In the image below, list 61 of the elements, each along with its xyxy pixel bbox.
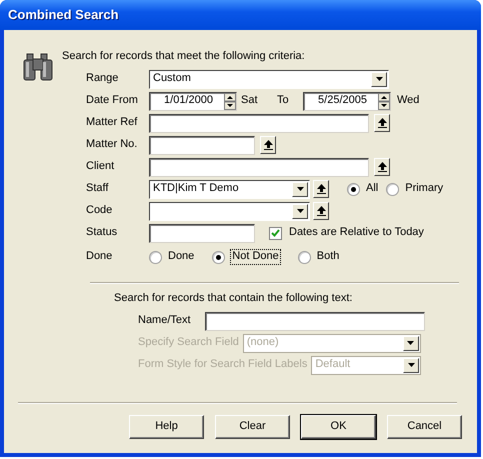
input-field[interactable]: [149, 114, 369, 132]
field-label: Specify Search Field: [138, 336, 239, 350]
radio-button[interactable]: [386, 182, 400, 196]
radio-label[interactable]: All: [366, 182, 378, 196]
field-label: To: [277, 94, 290, 108]
up-arrow-icon: [316, 184, 326, 194]
checkbox[interactable]: [269, 226, 282, 240]
spinner-icon[interactable]: [378, 92, 390, 110]
field-label: Client: [86, 160, 116, 174]
radio-label[interactable]: Done: [168, 250, 194, 264]
dropdown-field[interactable]: [149, 202, 310, 220]
dialog-button[interactable]: Cancel: [387, 415, 462, 439]
up-arrow-icon: [264, 140, 272, 150]
input-field[interactable]: [149, 136, 255, 154]
lookup-button[interactable]: [313, 180, 329, 198]
up-arrow-icon: [316, 206, 326, 216]
section-heading: Search for records that meet the following criteria:: [62, 50, 306, 64]
radio-button[interactable]: [298, 250, 311, 264]
date-field[interactable]: 5/25/2005: [303, 92, 391, 110]
caret-icon[interactable]: [292, 204, 308, 218]
dropdown-field[interactable]: Custom: [149, 70, 389, 88]
field-label: Form Style for Search Field Labels: [138, 358, 308, 372]
field-label: Range: [86, 72, 120, 86]
dialog-button[interactable]: Clear: [215, 415, 290, 439]
input-field[interactable]: [205, 312, 425, 330]
weekday-label: Sat: [241, 94, 259, 108]
field-label: Matter No.: [86, 138, 138, 152]
field-label: Staff: [86, 182, 110, 196]
up-arrow-icon: [378, 162, 386, 172]
weekday-label: Wed: [397, 94, 420, 108]
lookup-button[interactable]: [313, 202, 329, 220]
radio-button[interactable]: [149, 250, 162, 264]
caret-icon[interactable]: [292, 182, 308, 196]
radio-label[interactable]: Both: [316, 250, 340, 264]
caret-icon[interactable]: [403, 358, 420, 372]
lookup-button[interactable]: [374, 158, 390, 176]
radio-button[interactable]: [212, 250, 226, 264]
checkbox-label[interactable]: Dates are Relative to Today: [289, 226, 424, 240]
dropdown-field[interactable]: KTD|Kim T Demo: [149, 180, 310, 198]
input-field[interactable]: [149, 158, 369, 176]
field-label: Done: [86, 250, 114, 264]
up-arrow-icon: [378, 118, 386, 128]
lookup-button[interactable]: [260, 136, 276, 154]
field-label: Matter Ref: [86, 116, 138, 130]
field-label: Status: [86, 226, 118, 240]
dialog-button[interactable]: Help: [129, 415, 204, 439]
radio-button[interactable]: [347, 182, 360, 196]
radio-label[interactable]: Not Done: [231, 250, 280, 264]
radio-label[interactable]: Primary: [405, 182, 444, 196]
window-title: Combined Search: [0, 0, 481, 30]
lookup-button[interactable]: [374, 114, 390, 132]
caret-icon[interactable]: [371, 72, 387, 86]
input-field[interactable]: [149, 224, 255, 242]
field-label: Name/Text: [138, 314, 192, 328]
caret-icon[interactable]: [402, 336, 419, 350]
date-field[interactable]: 1/01/2000: [149, 92, 237, 110]
field-label: Code: [86, 204, 114, 218]
field-label: Date From: [86, 94, 139, 108]
section-heading: Search for records that contain the following text:: [114, 292, 354, 306]
dialog-button[interactable]: OK: [301, 415, 376, 439]
spinner-icon[interactable]: [224, 92, 236, 110]
